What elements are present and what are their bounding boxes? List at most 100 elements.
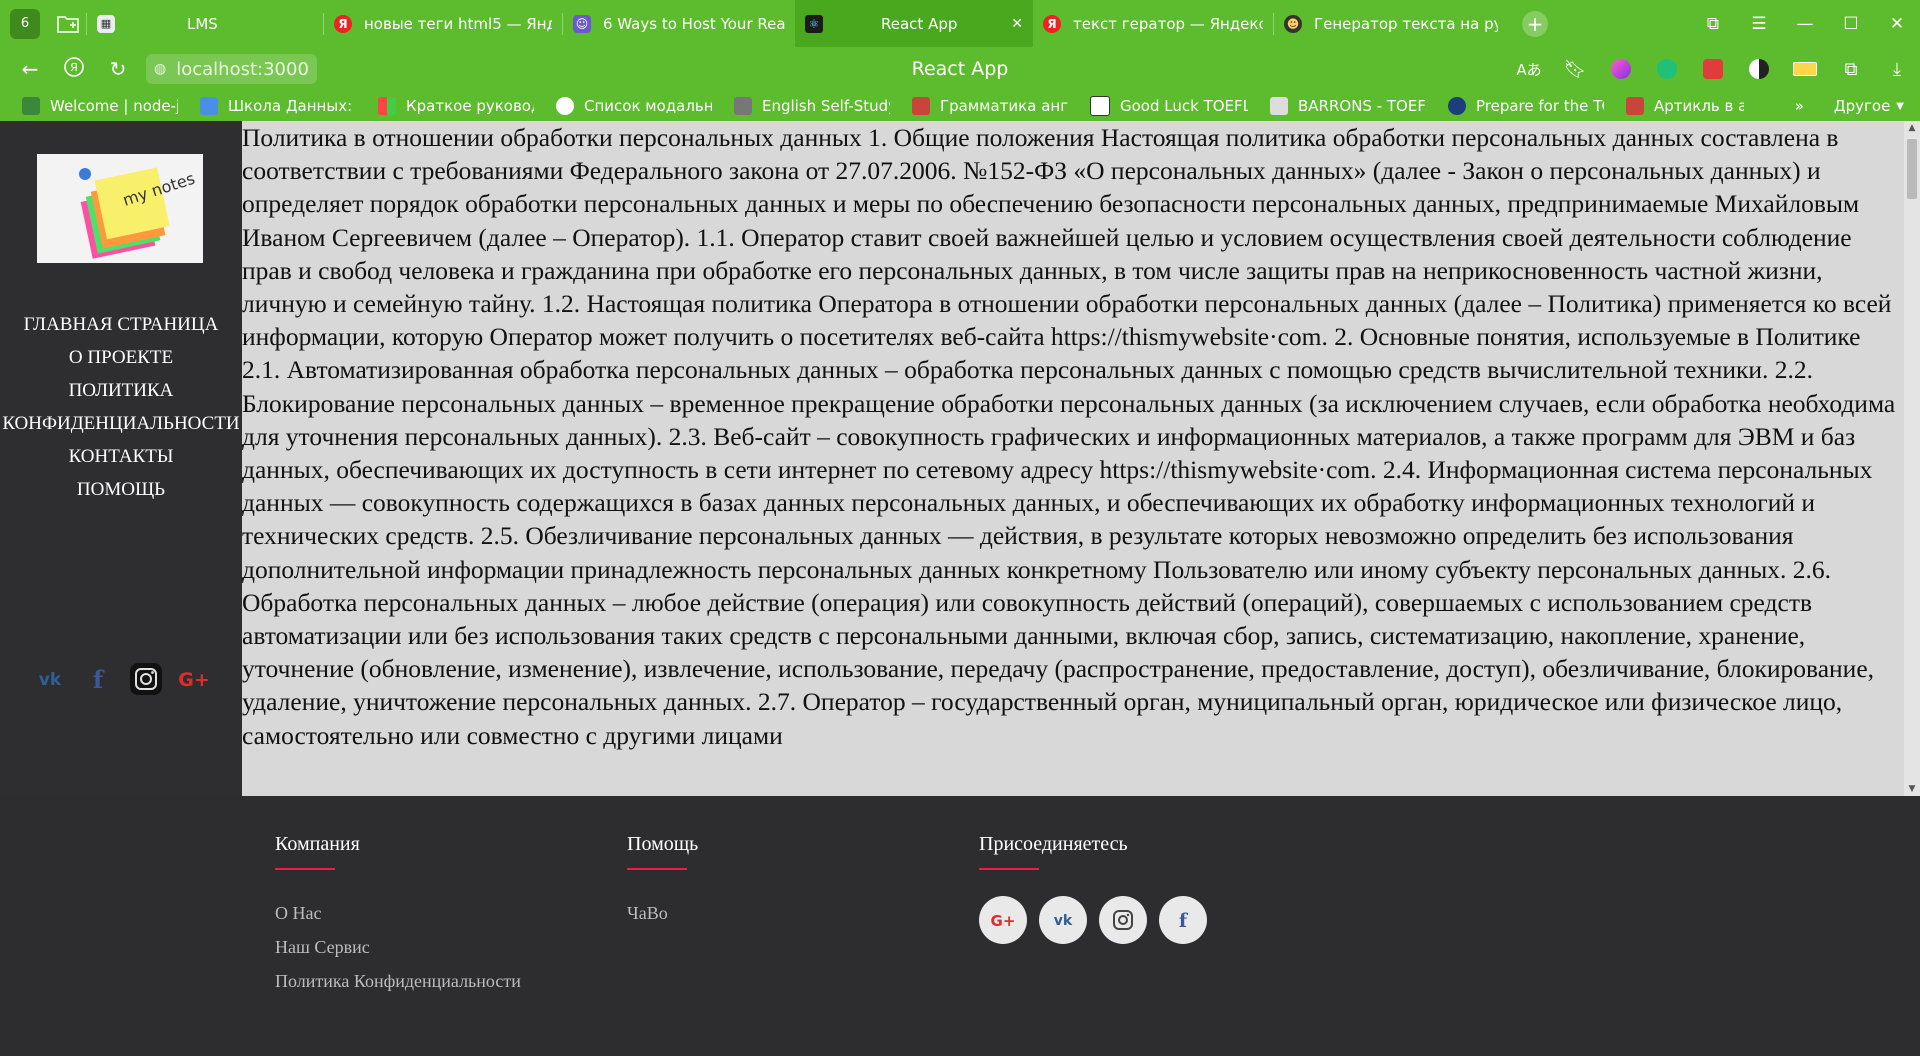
site-info-icon[interactable]: ◍ [154, 61, 166, 77]
tab-title: React App [881, 14, 958, 33]
facebook-icon[interactable]: f [74, 666, 122, 692]
nav-policy[interactable]: ПОЛИТИКА [0, 374, 242, 407]
instagram-icon[interactable] [1099, 896, 1147, 944]
nav-privacy[interactable]: КОНФИДЕНЦИАЛЬНОСТИ [0, 407, 242, 440]
close-window-icon[interactable]: ✕ [1874, 14, 1920, 34]
nav-about[interactable]: О ПРОЕКТЕ [0, 341, 242, 374]
tab-title: LMS [187, 14, 218, 33]
menu-icon[interactable]: ☰ [1736, 14, 1782, 34]
bookmark-item[interactable]: Good Luck TOEFL [1090, 96, 1248, 116]
google-plus-icon[interactable]: G+ [979, 896, 1027, 944]
tab-react-app[interactable]: ⚛ React App ✕ [795, 0, 1033, 47]
bookmark-item[interactable]: Школа Данных: к [200, 97, 356, 115]
instagram-icon[interactable] [122, 661, 170, 697]
svg-text:vk: vk [39, 670, 62, 688]
article-favicon: ☺ [573, 14, 591, 33]
maximize-icon[interactable]: ☐ [1828, 14, 1874, 34]
tab-yandex-html5[interactable]: Я новые теги html5 — Янд [324, 0, 562, 47]
sidebar: my notes ГЛАВНАЯ СТРАНИЦА О ПРОЕКТЕ ПОЛИ… [0, 121, 242, 796]
footer-link-service[interactable]: Наш Сервис [275, 930, 521, 964]
bookmark-item[interactable]: English Self-Study [734, 97, 890, 115]
minimize-icon[interactable]: — [1782, 14, 1828, 34]
tab-title: Генератор текста на рус [1314, 14, 1498, 33]
pen-extension-icon[interactable] [1598, 59, 1644, 79]
heading-underline [275, 868, 335, 870]
reload-icon[interactable]: ↻ [96, 57, 140, 81]
bug-extension-icon[interactable] [1690, 59, 1736, 79]
window-controls: ⧉ ☰ — ☐ ✕ [1690, 14, 1920, 34]
site-logo[interactable]: my notes [37, 154, 203, 263]
react-favicon: ⚛ [805, 14, 823, 33]
bookmarks-bar: Welcome | node-j Школа Данных: к Краткое… [0, 91, 1920, 121]
yandex-favicon: Я [1043, 14, 1061, 33]
bookmark-item[interactable]: Prepare for the TC [1448, 97, 1604, 115]
bookmark-item[interactable]: Список модальн [556, 97, 712, 115]
collections-icon[interactable]: ⧉ [1690, 14, 1736, 34]
content-scrollbar[interactable]: ▲ ▼ [1904, 121, 1920, 796]
yandex-favicon: Я [334, 14, 352, 33]
bookmark-item[interactable]: Краткое руковод [378, 97, 534, 115]
footer-help: Помощь ЧаВо [627, 832, 698, 930]
vk-icon[interactable]: vk [1039, 896, 1087, 944]
sidebar-nav: ГЛАВНАЯ СТРАНИЦА О ПРОЕКТЕ ПОЛИТИКА КОНФ… [0, 308, 242, 506]
bookmarks-overflow[interactable]: » Другое ▼ [1795, 97, 1904, 115]
back-icon[interactable]: ← [8, 57, 52, 81]
tab-title: 6 Ways to Host Your Reac [603, 14, 785, 33]
other-bookmarks[interactable]: Другое [1834, 97, 1890, 115]
nav-contacts[interactable]: КОНТАКТЫ [0, 440, 242, 473]
bookmark-item[interactable]: Грамматика англ [912, 97, 1068, 115]
policy-text: Политика в отношении обработки персональ… [242, 123, 1896, 750]
policy-content: Политика в отношении обработки персональ… [242, 121, 1904, 796]
bookmark-item[interactable]: BARRONS - TOEFL [1270, 97, 1426, 115]
facebook-icon[interactable]: f [1159, 896, 1207, 944]
footer-link-about[interactable]: О Нас [275, 896, 521, 930]
address-bar[interactable]: ◍ localhost:3000 [146, 54, 317, 84]
extensions-icon[interactable]: ⧉ [1828, 59, 1874, 80]
footer-company-heading: Компания [275, 833, 360, 855]
svg-text:f: f [93, 666, 105, 692]
tab-title: новые теги html5 — Янд [364, 14, 552, 33]
scroll-up-icon[interactable]: ▲ [1904, 123, 1920, 133]
svg-text:Я: Я [70, 61, 78, 74]
scroll-thumb[interactable] [1907, 139, 1917, 199]
tab-host-react[interactable]: ☺ 6 Ways to Host Your Reac [563, 0, 795, 47]
nav-help[interactable]: ПОМОЩЬ [0, 473, 242, 506]
tab-title: текст гератор — Яндекс [1073, 14, 1263, 33]
tab-counter[interactable]: 6 [10, 8, 40, 39]
bookmark-item[interactable]: Welcome | node-j [22, 97, 178, 115]
footer-help-heading: Помощь [627, 833, 699, 855]
browser-tab-bar: 6 ▦ LMS Я новые теги html5 — Янд ☺ 6 Way… [0, 0, 1920, 47]
downloads-icon[interactable]: ⤓ [1874, 59, 1920, 80]
scroll-down-icon[interactable]: ▼ [1904, 784, 1920, 794]
yandex-home-icon[interactable]: Я [52, 56, 96, 83]
site-footer: Компания О Нас Наш Сервис Политика Конфи… [0, 796, 1920, 1056]
nav-home[interactable]: ГЛАВНАЯ СТРАНИЦА [0, 308, 242, 341]
address-text: localhost:3000 [176, 58, 309, 80]
tab-lms[interactable]: ▦ LMS [87, 0, 323, 47]
battery-icon[interactable] [1782, 62, 1828, 76]
heading-underline [627, 868, 687, 870]
google-plus-icon[interactable]: G+ [170, 668, 218, 690]
svg-text:G+: G+ [991, 912, 1016, 929]
new-tab-button[interactable]: + [1522, 10, 1548, 37]
adguard-extension-icon[interactable] [1644, 59, 1690, 79]
bookmark-icon[interactable]: 🔖︎ [1552, 59, 1598, 80]
svg-text:vk: vk [1054, 913, 1073, 928]
browser-nav-bar: React App ← Я ↻ ◍ localhost:3000 Aあ 🔖︎ ⧉… [0, 47, 1920, 91]
tab-groups-icon[interactable] [50, 9, 86, 39]
vk-icon[interactable]: vk [26, 670, 74, 688]
tab-text-generator[interactable]: ☻ Генератор текста на рус [1274, 0, 1508, 47]
bookmark-item[interactable]: Артикль в а [1626, 97, 1744, 115]
chevron-down-icon: ▼ [1896, 100, 1904, 112]
footer-company: Компания О Нас Наш Сервис Политика Конфи… [275, 832, 521, 998]
translate-icon[interactable]: Aあ [1506, 59, 1552, 80]
footer-link-faq[interactable]: ЧаВо [627, 896, 698, 930]
close-tab-icon[interactable]: ✕ [1001, 16, 1023, 32]
footer-join: Присоединяетесь G+ vk f [979, 832, 1219, 944]
sidebar-social: vk f G+ [26, 661, 218, 697]
heading-underline [979, 868, 1039, 870]
footer-link-privacy[interactable]: Политика Конфиденциальности [275, 964, 521, 998]
chevron-right-icon[interactable]: » [1795, 97, 1804, 115]
tab-yandex-text[interactable]: Я текст гератор — Яндекс [1033, 0, 1273, 47]
dark-mode-extension-icon[interactable] [1736, 59, 1782, 79]
